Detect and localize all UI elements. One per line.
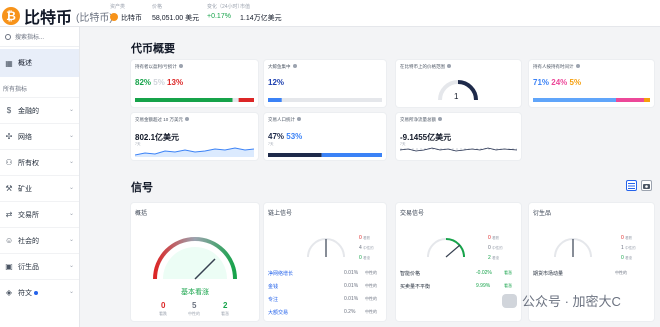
chevron-down-icon: ⌄ (68, 133, 74, 139)
info-icon (178, 64, 183, 68)
sidebar-item-overview[interactable]: ▦ 概述 (0, 49, 79, 77)
netflow-sparkline (400, 147, 517, 152)
signal-row-name[interactable]: 专注 (268, 296, 278, 303)
trader-demographics-bar (268, 153, 382, 157)
sidebar-item-social[interactable]: ☺ 社会的 ⌄ (0, 227, 79, 253)
chevron-down-icon: ⌄ (68, 185, 74, 191)
card-whale-concentration[interactable]: 大鲸鱼集中 12% (264, 60, 386, 107)
card-trader-demographics[interactable]: 交易人口统计 47% 53% 7天 (264, 113, 386, 160)
top-header: ₿ 比特币 (比特币) 资产类 比特币 价格 58,051.00 美元 变化（2… (0, 0, 660, 27)
asset-subtitle: (比特币) (76, 12, 113, 24)
chevron-down-icon: ⌄ (68, 107, 74, 113)
chevron-down-icon: ⌄ (68, 289, 74, 295)
dollar-icon: $ (6, 106, 12, 115)
holders-time-bar (533, 98, 650, 102)
profit-loss-bar (135, 98, 254, 102)
info-icon (447, 64, 451, 68)
overview-title: 代币概要 (131, 43, 175, 55)
camera-button[interactable] (641, 180, 652, 191)
info-icon (297, 117, 301, 121)
new-dot-icon (34, 290, 38, 295)
info-icon (438, 117, 442, 121)
summary-bearish-count: 0 (161, 301, 166, 310)
bitcoin-icon: ₿ (2, 7, 20, 25)
exchange-gauge (427, 238, 465, 258)
card-holders-profit[interactable]: 持有者以盈利/亏损计 82% 5% 13% (131, 60, 258, 107)
stat-asset-class: 资产类 比特币 (110, 4, 142, 22)
list-view-button[interactable] (626, 180, 637, 191)
sidebar-item-runes[interactable]: ◈ 符文 ⌄ (0, 279, 79, 305)
info-icon (292, 64, 297, 68)
network-icon: ✣ (5, 132, 13, 141)
signal-row-name[interactable]: 智能价格 (400, 270, 420, 277)
social-icon: ☺ (5, 236, 14, 245)
onchain-signals-card[interactable]: 链上信号 0 看跌 4 中性的 0 看涨 净网络增长 0.01% 中性的 金钱 … (264, 203, 386, 321)
onchain-gauge (307, 238, 345, 258)
card-holders-time[interactable]: 持有人按持有时间计 71% 24% 5% (529, 60, 654, 107)
sidebar-item-mining[interactable]: ⚒ 矿业 ⌄ (0, 175, 79, 201)
info-icon (575, 64, 580, 68)
large-tx-sparkline (135, 147, 254, 157)
onchain-title: 链上信号 (268, 211, 293, 217)
asset-brand: ₿ 比特币 (比特币) (2, 4, 113, 28)
card-large-transactions[interactable]: 交易金额超过 10 万美元 802.1亿美元 7天 (131, 113, 258, 160)
derivatives-gauge (554, 238, 592, 258)
wechat-icon (502, 293, 517, 308)
signal-row-name[interactable]: 大额交易 (268, 309, 288, 316)
mining-icon: ⚒ (5, 184, 13, 193)
signal-row-name[interactable]: 买卖量不平衡 (400, 283, 430, 290)
sidebar-item-ownership[interactable]: ⚇ 所有权 ⌄ (0, 149, 79, 175)
summary-gauge (153, 237, 237, 280)
signal-row-name[interactable]: 期货市场动量 (533, 270, 563, 277)
signals-summary-card[interactable]: 概括 基本看涨 0 5 2 看跌 中性的 看涨 (131, 203, 259, 321)
sidebar-section-title: 所有指标 (3, 87, 28, 93)
chevron-down-icon: ⌄ (68, 237, 74, 243)
card-exchange-netflow[interactable]: 交易所净流量总额 -9.1455亿美元 7天 (396, 113, 521, 160)
ownership-icon: ⚇ (5, 158, 13, 167)
summary-bullish-count: 2 (223, 301, 228, 310)
exchange-icon: ⇄ (5, 210, 13, 219)
summary-neutral-count: 5 (192, 301, 197, 310)
search-icon (5, 33, 11, 40)
sidebar-item-network[interactable]: ✣ 网络 ⌄ (0, 123, 79, 149)
stat-price: 价格 58,051.00 美元 (152, 4, 200, 22)
sidebar-item-financial[interactable]: $ 金融的 ⌄ (0, 97, 79, 123)
asset-title: 比特币 (24, 10, 73, 27)
list-icon (628, 182, 635, 189)
runes-icon: ◈ (5, 288, 13, 297)
stat-market-cap: 市值 1.14万亿美元 (240, 4, 282, 22)
camera-icon (643, 183, 650, 189)
sidebar-item-derivatives[interactable]: ▣ 衍生品 ⌄ (0, 253, 79, 279)
derivatives-icon: ▣ (5, 262, 13, 271)
summary-verdict: 基本看涨 (181, 289, 209, 296)
whale-bar (268, 98, 382, 102)
derivatives-title: 衍生品 (533, 211, 552, 217)
card-price-range[interactable]: 在比特币上的价格范围 1 (396, 60, 521, 107)
bitcoin-icon (110, 13, 118, 21)
chevron-down-icon: ⌄ (68, 211, 74, 217)
signals-title: 信号 (131, 182, 153, 194)
sidebar: 搜索指标... ▦ 概述 所有指标 $ 金融的 ⌄ ✣ 网络 ⌄ ⚇ 所有权 ⌄… (0, 27, 80, 327)
chevron-down-icon: ⌄ (68, 263, 74, 269)
summary-title: 概括 (135, 211, 148, 217)
stat-change-24h: 变化（24小时） +0.17% (207, 4, 243, 20)
signal-row-name[interactable]: 净网络增长 (268, 270, 293, 277)
info-icon (185, 117, 190, 121)
chevron-down-icon: ⌄ (68, 159, 74, 165)
overview-icon: ▦ (5, 58, 13, 68)
signal-row-name[interactable]: 金钱 (268, 283, 278, 290)
exchange-title: 交易信号 (400, 211, 425, 217)
search-input[interactable]: 搜索指标... (0, 27, 79, 47)
watermark: 公众号 · 加密大C (502, 291, 621, 310)
sidebar-item-exchange[interactable]: ⇄ 交易所 ⌄ (0, 201, 79, 227)
price-range-value: 1 (454, 92, 459, 101)
